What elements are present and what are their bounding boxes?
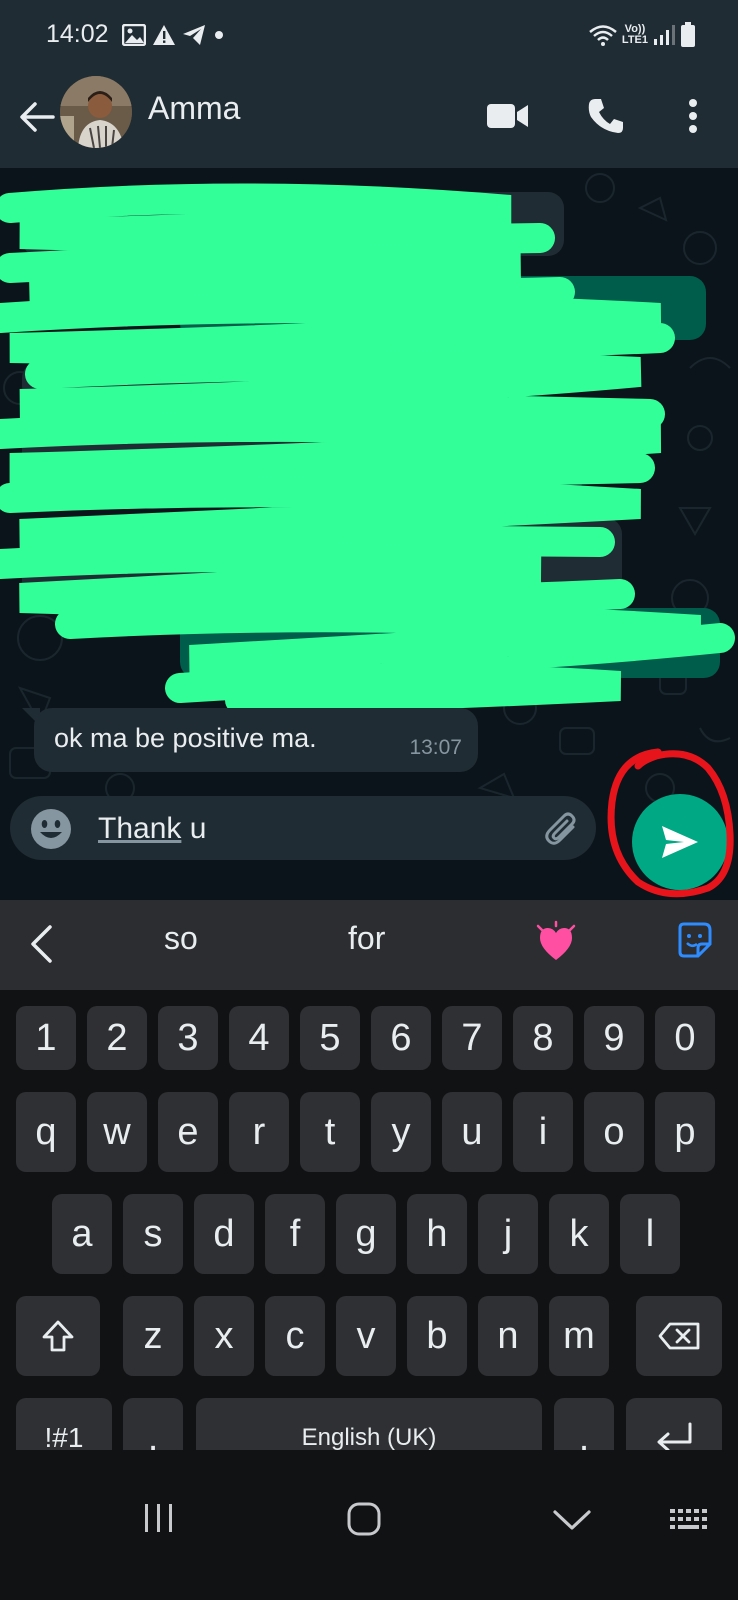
key-3[interactable]: 3 bbox=[158, 1006, 218, 1070]
suggestion-bar: so for bbox=[0, 900, 738, 990]
key-2[interactable]: 2 bbox=[87, 1006, 147, 1070]
network-label: Vo)) LTE1 bbox=[621, 23, 648, 46]
key-s[interactable]: s bbox=[123, 1194, 183, 1274]
suggestion-emoji[interactable] bbox=[536, 920, 576, 964]
key-f[interactable]: f bbox=[265, 1194, 325, 1274]
key-e[interactable]: e bbox=[158, 1092, 218, 1172]
phone-icon bbox=[588, 99, 623, 133]
message-compose-bar[interactable]: Thank u bbox=[10, 796, 596, 860]
shift-icon bbox=[42, 1320, 74, 1352]
back-arrow-icon bbox=[20, 102, 55, 132]
backspace-icon bbox=[658, 1322, 700, 1350]
chat-messages[interactable]: ok ma be positive ma. 13:07 bbox=[0, 168, 738, 900]
keyboard-icon bbox=[670, 1509, 707, 1529]
status-time: 14:02 bbox=[46, 20, 109, 48]
send-button[interactable] bbox=[632, 794, 728, 890]
key-j[interactable]: j bbox=[478, 1194, 538, 1274]
key-l[interactable]: l bbox=[620, 1194, 680, 1274]
key-8[interactable]: 8 bbox=[513, 1006, 573, 1070]
key-9[interactable]: 9 bbox=[584, 1006, 644, 1070]
typed-word-underlined: Thank bbox=[98, 812, 182, 845]
message-bubble-incoming-last[interactable]: ok ma be positive ma. 13:07 bbox=[34, 708, 478, 772]
chevron-left-icon bbox=[31, 925, 52, 963]
suggestion-item[interactable]: for bbox=[348, 920, 385, 957]
system-navigation-bar bbox=[0, 1450, 738, 1600]
send-icon bbox=[662, 826, 698, 858]
key-r[interactable]: r bbox=[229, 1092, 289, 1172]
key-o[interactable]: o bbox=[584, 1092, 644, 1172]
redaction-scribble bbox=[0, 183, 735, 715]
hide-keyboard-button[interactable] bbox=[552, 1508, 592, 1537]
battery-icon bbox=[681, 22, 695, 47]
notification-icons bbox=[122, 20, 226, 50]
message-time: 13:07 bbox=[409, 736, 462, 759]
avatar[interactable] bbox=[60, 76, 132, 148]
more-options-button[interactable] bbox=[665, 88, 721, 144]
recents-button[interactable] bbox=[142, 1502, 176, 1539]
key-m[interactable]: m bbox=[549, 1296, 609, 1376]
key-4[interactable]: 4 bbox=[229, 1006, 289, 1070]
key-b[interactable]: b bbox=[407, 1296, 467, 1376]
key-d[interactable]: d bbox=[194, 1194, 254, 1274]
keyboard-switch-button[interactable] bbox=[668, 1506, 710, 1541]
wifi-icon bbox=[589, 25, 617, 46]
paperclip-icon bbox=[545, 812, 576, 845]
system-status-icons: Vo)) LTE1 bbox=[588, 18, 696, 52]
key-h[interactable]: h bbox=[407, 1194, 467, 1274]
backspace-key[interactable] bbox=[636, 1296, 722, 1376]
emoji-button[interactable] bbox=[30, 808, 72, 850]
key-p[interactable]: p bbox=[655, 1092, 715, 1172]
key-7[interactable]: 7 bbox=[442, 1006, 502, 1070]
key-q[interactable]: q bbox=[16, 1092, 76, 1172]
key-t[interactable]: t bbox=[300, 1092, 360, 1172]
shift-key[interactable] bbox=[16, 1296, 100, 1376]
chevron-down-icon bbox=[553, 1510, 591, 1530]
key-y[interactable]: y bbox=[371, 1092, 431, 1172]
key-6[interactable]: 6 bbox=[371, 1006, 431, 1070]
gallery-icon bbox=[122, 24, 146, 46]
key-u[interactable]: u bbox=[442, 1092, 502, 1172]
key-k[interactable]: k bbox=[549, 1194, 609, 1274]
telegram-icon bbox=[183, 25, 205, 45]
typed-rest: u bbox=[181, 812, 207, 845]
contact-photo bbox=[60, 76, 132, 148]
chat-header: Amma bbox=[0, 72, 738, 168]
recents-icon bbox=[145, 1504, 172, 1532]
signal-icon bbox=[654, 25, 675, 45]
key-c[interactable]: c bbox=[265, 1296, 325, 1376]
key-w[interactable]: w bbox=[87, 1092, 147, 1172]
vertical-dots-icon bbox=[689, 99, 697, 133]
warning-icon bbox=[153, 25, 175, 45]
key-5[interactable]: 5 bbox=[300, 1006, 360, 1070]
key-1[interactable]: 1 bbox=[16, 1006, 76, 1070]
key-0[interactable]: 0 bbox=[655, 1006, 715, 1070]
emoji-icon bbox=[31, 809, 71, 849]
home-icon bbox=[347, 1502, 381, 1536]
suggestion-collapse-button[interactable] bbox=[28, 924, 54, 969]
key-z[interactable]: z bbox=[123, 1296, 183, 1376]
status-bar: 14:02 Vo)) LTE1 bbox=[0, 0, 738, 72]
key-i[interactable]: i bbox=[513, 1092, 573, 1172]
sticker-icon bbox=[678, 922, 712, 958]
key-g[interactable]: g bbox=[336, 1194, 396, 1274]
video-call-button[interactable] bbox=[480, 88, 536, 144]
key-v[interactable]: v bbox=[336, 1296, 396, 1376]
attach-button[interactable] bbox=[540, 806, 584, 850]
sticker-button[interactable] bbox=[676, 922, 712, 963]
message-text: ok ma be positive ma. bbox=[54, 723, 317, 753]
key-x[interactable]: x bbox=[194, 1296, 254, 1376]
suggestion-item[interactable]: so bbox=[164, 920, 198, 957]
back-button[interactable] bbox=[14, 94, 60, 140]
video-camera-icon bbox=[487, 104, 528, 128]
key-a[interactable]: a bbox=[52, 1194, 112, 1274]
voice-call-button[interactable] bbox=[578, 88, 634, 144]
more-notifications-dot-icon bbox=[215, 31, 223, 39]
key-n[interactable]: n bbox=[478, 1296, 538, 1376]
message-input[interactable]: Thank u bbox=[98, 812, 206, 846]
contact-name[interactable]: Amma bbox=[148, 90, 240, 127]
sparkling-heart-icon bbox=[536, 920, 576, 960]
home-button[interactable] bbox=[347, 1502, 381, 1541]
